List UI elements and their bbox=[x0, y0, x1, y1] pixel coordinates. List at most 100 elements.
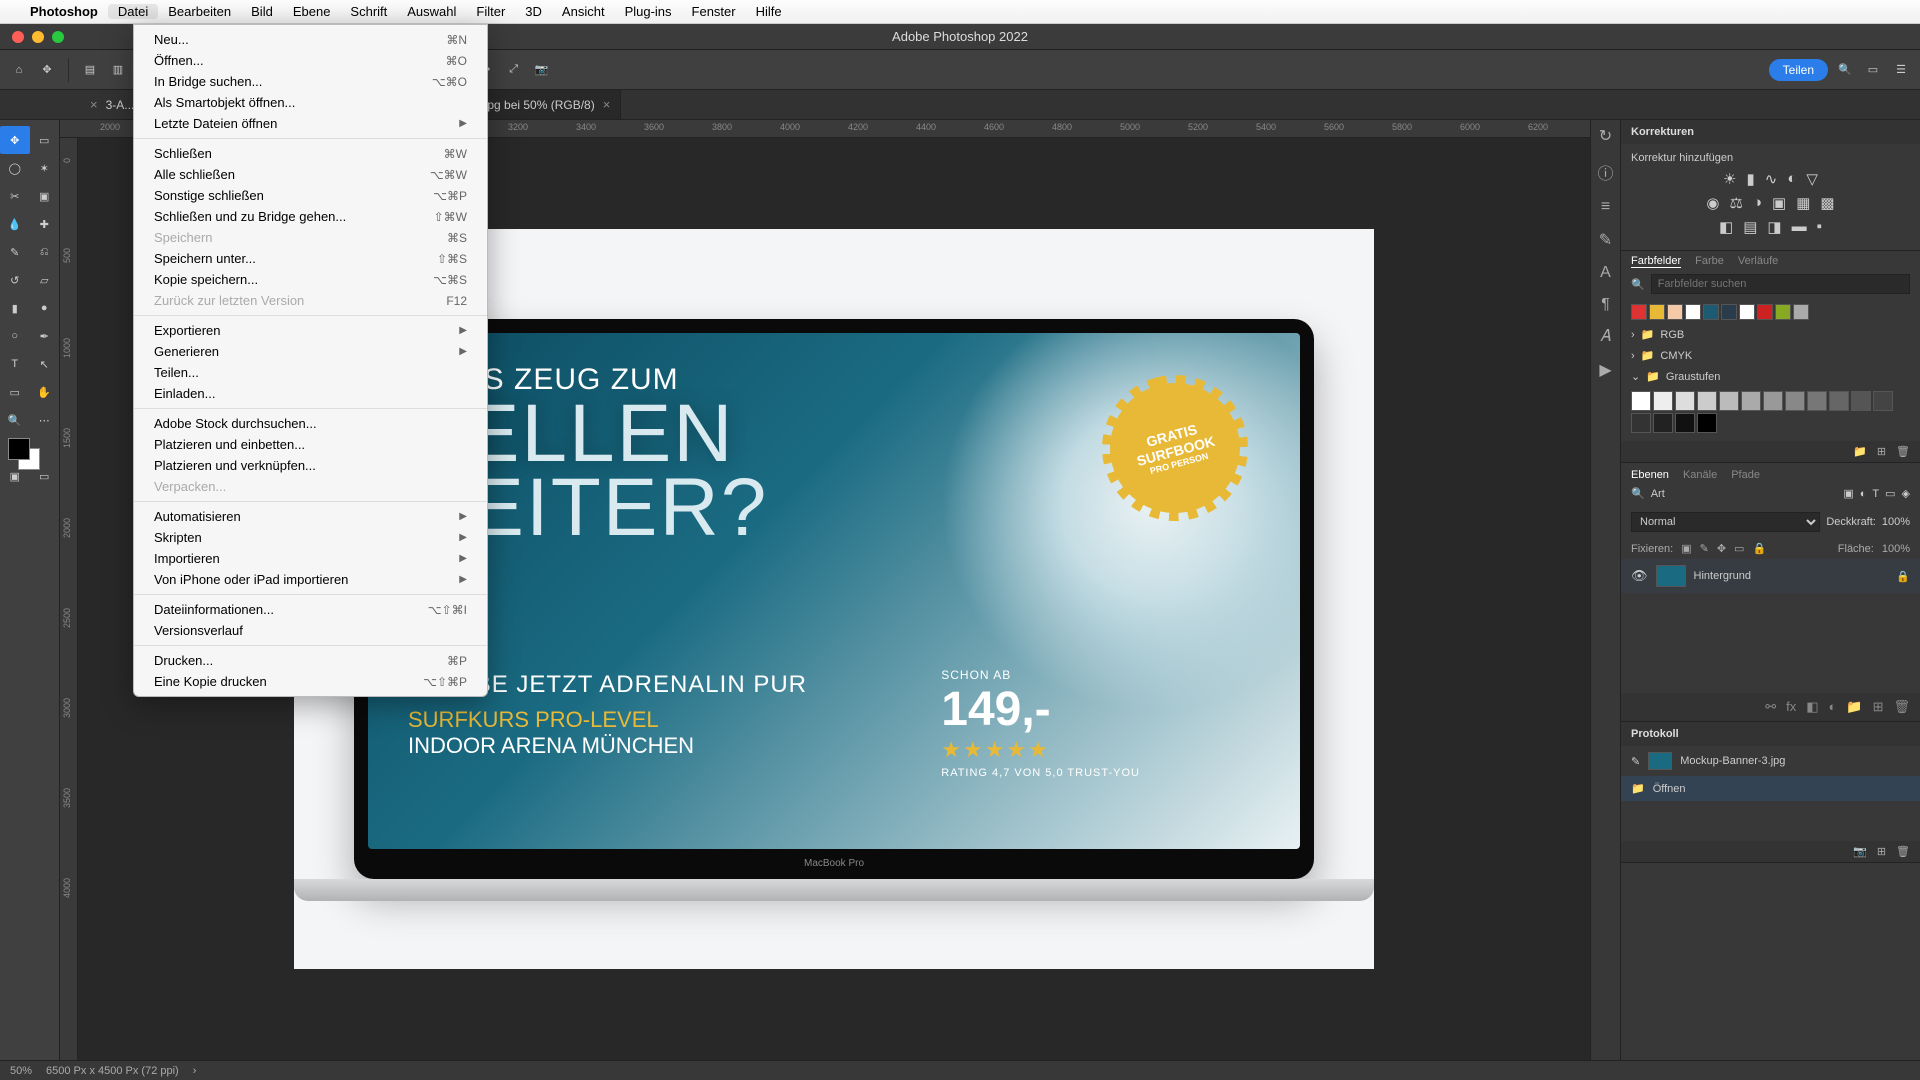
hand-tool[interactable]: ✋ bbox=[30, 378, 60, 406]
close-icon[interactable]: × bbox=[90, 97, 98, 112]
colorbalance-icon[interactable]: ⚖ bbox=[1730, 194, 1743, 212]
photofilter-icon[interactable]: ▣ bbox=[1772, 194, 1786, 212]
paragraph-icon[interactable]: ¶ bbox=[1601, 296, 1610, 314]
vibrance-icon[interactable]: ▽ bbox=[1806, 170, 1818, 188]
app-name[interactable]: Photoshop bbox=[20, 4, 108, 19]
menu-ansicht[interactable]: Ansicht bbox=[552, 4, 615, 19]
tab-ebenen[interactable]: Ebenen bbox=[1631, 469, 1669, 481]
filter-adjust-icon[interactable]: ◐ bbox=[1860, 488, 1867, 500]
threshold-icon[interactable]: ◨ bbox=[1767, 218, 1781, 236]
group-icon[interactable]: 📁 bbox=[1846, 699, 1862, 715]
menu-item[interactable]: Exportieren▶ bbox=[134, 320, 487, 341]
swatch[interactable] bbox=[1697, 413, 1717, 433]
info-icon[interactable]: ⓘ bbox=[1597, 160, 1613, 184]
new-folder-icon[interactable]: 📁 bbox=[1853, 445, 1867, 458]
layer-item-bg[interactable]: 👁 Hintergrund 🔒 bbox=[1621, 559, 1920, 593]
trash-icon[interactable]: 🗑 bbox=[1896, 845, 1910, 858]
path-tool[interactable]: ↖ bbox=[30, 350, 60, 378]
swatch[interactable] bbox=[1631, 413, 1651, 433]
workspace-icon[interactable]: ▭ bbox=[1862, 59, 1884, 81]
history-brush-tool[interactable]: ↺ bbox=[0, 266, 30, 294]
filter-smart-icon[interactable]: ◈ bbox=[1902, 487, 1910, 500]
close-icon[interactable]: × bbox=[603, 97, 611, 112]
blur-tool[interactable]: ● bbox=[30, 294, 60, 322]
eyedropper-tool[interactable]: 💧 bbox=[0, 210, 30, 238]
brush-tool[interactable]: ✎ bbox=[0, 238, 30, 266]
tab-farbfelder[interactable]: Farbfelder bbox=[1631, 255, 1681, 268]
lock-artboard-icon[interactable]: ▭ bbox=[1734, 542, 1744, 555]
type-tool[interactable]: T bbox=[0, 350, 30, 378]
new-swatch-icon[interactable]: ⊞ bbox=[1877, 445, 1886, 458]
dodge-tool[interactable]: ○ bbox=[0, 322, 30, 350]
posterize-icon[interactable]: ▤ bbox=[1743, 218, 1757, 236]
swatch[interactable] bbox=[1829, 391, 1849, 411]
home-icon[interactable]: ⌂ bbox=[8, 59, 30, 81]
menu-auswahl[interactable]: Auswahl bbox=[397, 4, 466, 19]
glyphs-icon[interactable]: 𝐴 bbox=[1600, 328, 1611, 346]
marquee-tool[interactable]: ▭ bbox=[30, 126, 60, 154]
shape-tool[interactable]: ▭ bbox=[0, 378, 30, 406]
menu-item[interactable]: Schließen⌘W bbox=[134, 143, 487, 164]
menu-item[interactable]: Schließen und zu Bridge gehen...⇧⌘W bbox=[134, 206, 487, 227]
curves-icon[interactable]: ∿ bbox=[1765, 170, 1778, 188]
lut-icon[interactable]: ▩ bbox=[1820, 194, 1834, 212]
3d-dolly-icon[interactable]: ⤢ bbox=[503, 59, 525, 81]
menu-item[interactable]: Generieren▶ bbox=[134, 341, 487, 362]
tab-farbe[interactable]: Farbe bbox=[1695, 255, 1724, 268]
menu-item[interactable]: Neu...⌘N bbox=[134, 29, 487, 50]
pen-tool[interactable]: ✒ bbox=[30, 322, 60, 350]
channelmixer-icon[interactable]: ▦ bbox=[1796, 194, 1810, 212]
opacity-value[interactable]: 100% bbox=[1882, 516, 1910, 528]
swatch[interactable] bbox=[1703, 304, 1719, 320]
search-icon[interactable]: 🔍 bbox=[1834, 59, 1856, 81]
menu-item[interactable]: Eine Kopie drucken⌥⇧⌘P bbox=[134, 671, 487, 692]
trash-icon[interactable]: 🗑 bbox=[1893, 699, 1910, 715]
menu-bild[interactable]: Bild bbox=[241, 4, 283, 19]
eraser-tool[interactable]: ▱ bbox=[30, 266, 60, 294]
swatch[interactable] bbox=[1807, 391, 1827, 411]
crop-tool[interactable]: ✂ bbox=[0, 182, 30, 210]
zoom-tool[interactable]: 🔍 bbox=[0, 406, 30, 434]
menu-item[interactable]: Öffnen...⌘O bbox=[134, 50, 487, 71]
menu-bearbeiten[interactable]: Bearbeiten bbox=[158, 4, 241, 19]
link-icon[interactable]: ⚯ bbox=[1765, 699, 1776, 715]
brightness-icon[interactable]: ☀ bbox=[1723, 170, 1736, 188]
rgb-group[interactable]: ›📁RGB bbox=[1621, 324, 1920, 345]
trash-icon[interactable]: 🗑 bbox=[1896, 445, 1910, 458]
swatch[interactable] bbox=[1631, 391, 1651, 411]
clone-tool[interactable]: ⎌ bbox=[30, 238, 60, 266]
3d-camera-icon[interactable]: 📷 bbox=[531, 59, 553, 81]
move-tool-indicator-icon[interactable]: ✥ bbox=[36, 59, 58, 81]
gradient-tool[interactable]: ▮ bbox=[0, 294, 30, 322]
filter-type-icon[interactable]: T bbox=[1872, 488, 1879, 500]
swatch[interactable] bbox=[1653, 391, 1673, 411]
menu-item[interactable]: In Bridge suchen...⌥⌘O bbox=[134, 71, 487, 92]
chevron-right-icon[interactable]: › bbox=[193, 1065, 197, 1077]
move-tool[interactable]: ✥ bbox=[0, 126, 30, 154]
align-center-h-icon[interactable]: ▥ bbox=[107, 59, 129, 81]
fill-value[interactable]: 100% bbox=[1882, 543, 1910, 555]
menu-schrift[interactable]: Schrift bbox=[340, 4, 397, 19]
menu-item[interactable]: Kopie speichern...⌥⌘S bbox=[134, 269, 487, 290]
tab-verlaufe[interactable]: Verläufe bbox=[1738, 255, 1778, 268]
fg-color[interactable] bbox=[8, 438, 30, 460]
menu-item[interactable]: Speichern unter...⇧⌘S bbox=[134, 248, 487, 269]
frame-tool[interactable]: ▣ bbox=[30, 182, 60, 210]
hue-icon[interactable]: ◉ bbox=[1706, 194, 1719, 212]
swatch[interactable] bbox=[1685, 304, 1701, 320]
history-snapshot[interactable]: ✎ Mockup-Banner-3.jpg bbox=[1621, 746, 1920, 776]
panel-toggle-icon[interactable]: ☰ bbox=[1890, 59, 1912, 81]
adjustments-icon[interactable]: ≡ bbox=[1601, 198, 1610, 216]
selective-icon[interactable]: ▪ bbox=[1817, 218, 1822, 236]
menu-item[interactable]: Von iPhone oder iPad importieren▶ bbox=[134, 569, 487, 590]
swatch[interactable] bbox=[1785, 391, 1805, 411]
menu-filter[interactable]: Filter bbox=[466, 4, 515, 19]
menu-item[interactable]: Automatisieren▶ bbox=[134, 506, 487, 527]
lasso-tool[interactable]: ◯ bbox=[0, 154, 30, 182]
blend-mode-select[interactable]: Normal bbox=[1631, 512, 1820, 532]
gradientmap-icon[interactable]: ▬ bbox=[1792, 218, 1807, 236]
maximize-button[interactable] bbox=[52, 31, 64, 43]
share-button[interactable]: Teilen bbox=[1769, 59, 1828, 81]
healing-tool[interactable]: ✚ bbox=[30, 210, 60, 238]
swatch[interactable] bbox=[1793, 304, 1809, 320]
